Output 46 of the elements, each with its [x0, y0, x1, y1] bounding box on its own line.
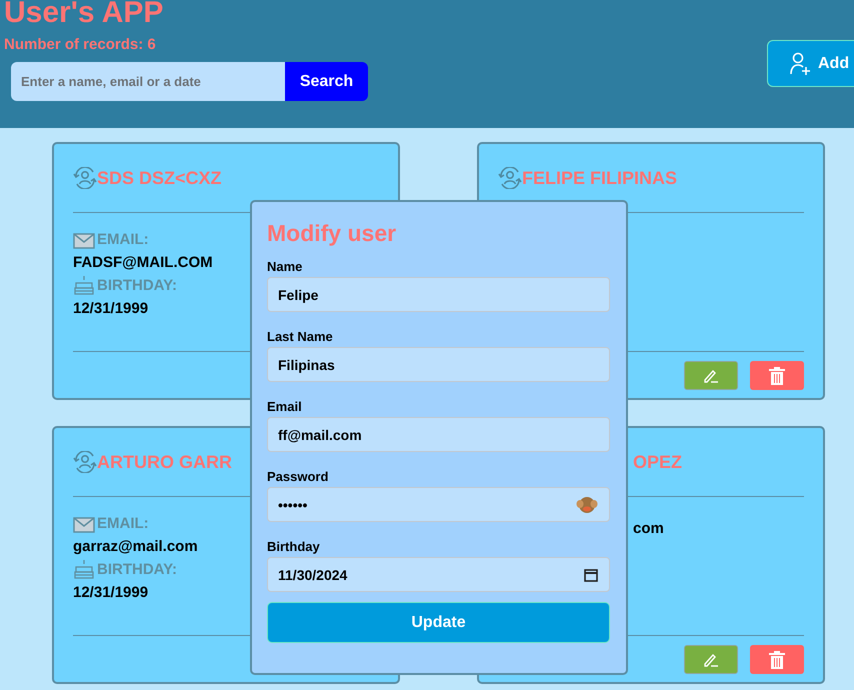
input-field[interactable]: Filipinas	[267, 347, 610, 382]
record-count: Number of records: 6	[4, 36, 157, 53]
search-field[interactable]: Enter a name, email or a date	[11, 62, 285, 101]
envelope-icon	[73, 233, 95, 249]
email-value: FADSF@MAIL.COM	[73, 254, 213, 271]
envelope-icon	[73, 517, 95, 533]
input-field[interactable]: 11/30/2024	[267, 557, 610, 592]
user-sync-icon	[498, 167, 522, 189]
birthday-label: BIRTHDAY:	[97, 561, 178, 579]
user-sync-icon	[73, 167, 97, 189]
edit-button[interactable]	[684, 361, 738, 390]
email-value: garraz@mail.com	[73, 538, 198, 555]
calendar-icon	[584, 568, 598, 582]
user-name: SDS DSZ<CXZ	[97, 168, 222, 188]
pencil-icon	[703, 652, 719, 668]
input-field[interactable]: Felipe	[267, 277, 610, 312]
app-title: User's APP	[4, 0, 164, 30]
user-name: OPEZ	[633, 452, 682, 472]
user-name: ARTURO GARR	[97, 452, 232, 472]
email-label: EMAIL:	[97, 515, 149, 533]
trash-icon	[769, 366, 785, 384]
user-name: FELIPE FILIPINAS	[522, 168, 678, 188]
field-label: Name	[267, 259, 304, 274]
field-label: Password	[267, 469, 330, 484]
edit-button[interactable]	[684, 645, 738, 674]
delete-button[interactable]	[750, 361, 804, 390]
trash-icon	[769, 650, 785, 668]
pencil-icon	[703, 368, 719, 384]
monkey-icon	[576, 496, 598, 514]
field-label: Birthday	[267, 539, 321, 554]
birthday-label: BIRTHDAY:	[97, 277, 178, 295]
cake-icon	[73, 559, 95, 579]
email-value: com	[633, 520, 664, 537]
search-button[interactable]: Search	[285, 62, 368, 101]
field-label: Last Name	[267, 329, 334, 344]
add-user-icon	[790, 52, 812, 76]
birthday-value: 12/31/1999	[73, 584, 148, 601]
user-sync-icon	[73, 451, 97, 473]
delete-button[interactable]	[750, 645, 804, 674]
input-field[interactable]: ••••••	[267, 487, 610, 522]
email-label: EMAIL:	[97, 231, 149, 249]
dialog-title: Modify user	[267, 220, 398, 247]
input-field[interactable]: ff@mail.com	[267, 417, 610, 452]
field-label: Email	[267, 399, 303, 414]
birthday-value: 12/31/1999	[73, 300, 148, 317]
cake-icon	[73, 275, 95, 295]
